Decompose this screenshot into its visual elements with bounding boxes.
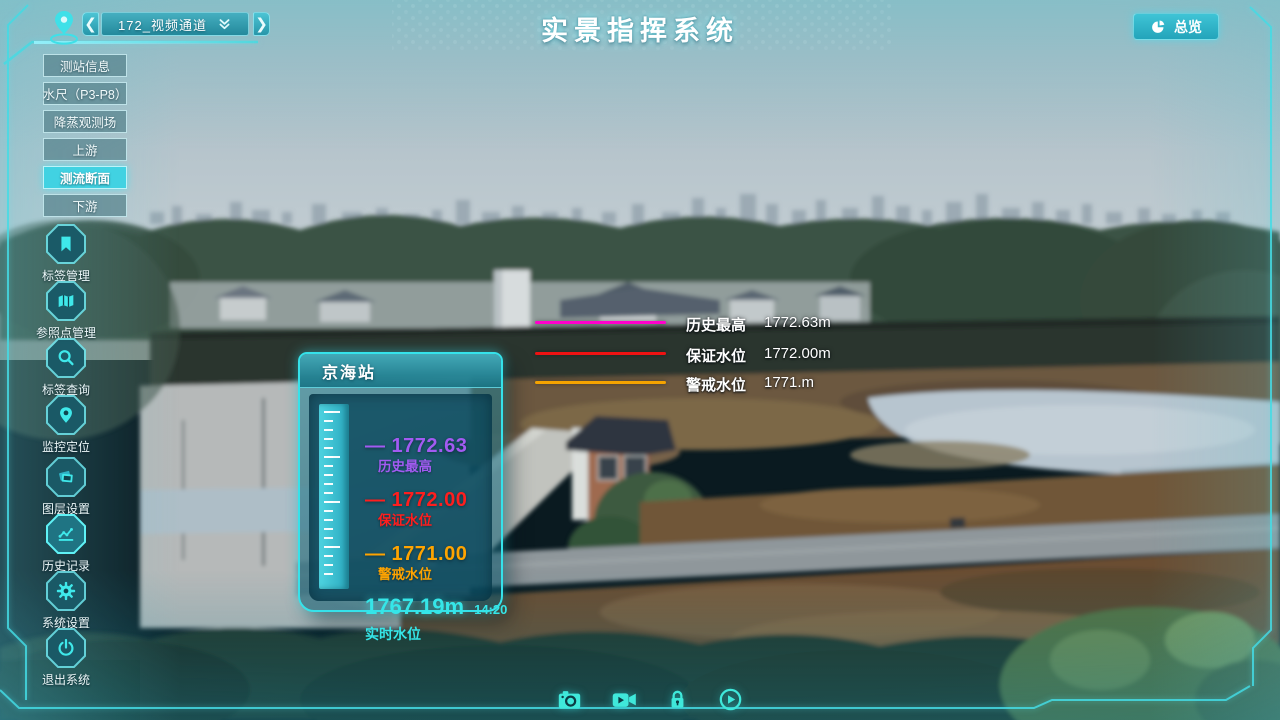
overlay-label: 历史最高 xyxy=(686,314,746,335)
video-camera-icon[interactable] xyxy=(610,686,638,718)
tool-label: 退出系统 xyxy=(26,671,106,688)
overview-button[interactable]: 总览 xyxy=(1133,13,1219,40)
overview-label: 总览 xyxy=(1174,17,1202,37)
tool-exit-system[interactable]: 退出系统 xyxy=(26,628,106,688)
overlay-line-guaranteed xyxy=(535,352,666,355)
tool-tag-management[interactable]: 标签管理 xyxy=(26,224,106,284)
station-panel-header: 京海站 xyxy=(300,354,501,388)
realtime-time: 14:20 xyxy=(474,602,507,617)
history-chart-icon xyxy=(48,516,84,552)
level-value: — 1772.63 xyxy=(365,436,467,457)
water-gauge-ruler xyxy=(319,404,349,589)
level-label: 保证水位 xyxy=(378,514,467,528)
tool-monitor-locate[interactable]: 监控定位 xyxy=(26,395,106,455)
level-value: — 1771.00 xyxy=(365,544,467,565)
level-row-guaranteed: — 1772.00 保证水位 xyxy=(365,490,467,528)
tool-tag-query[interactable]: 标签查询 xyxy=(26,338,106,398)
tool-reference-points[interactable]: 参照点管理 xyxy=(26,281,106,341)
overlay-label: 保证水位 xyxy=(686,345,746,366)
camera-icon[interactable] xyxy=(556,686,583,718)
lock-icon[interactable] xyxy=(665,686,690,718)
station-name: 京海站 xyxy=(322,359,376,383)
level-value: — 1772.00 xyxy=(365,490,467,511)
sidebar-item-water-gauge[interactable]: 水尺（P3-P8） xyxy=(43,82,127,105)
sidebar-item-evaporation-field[interactable]: 降蒸观测场 xyxy=(43,110,127,133)
video-feed-scene xyxy=(0,0,1280,720)
map-icon xyxy=(48,283,84,319)
tool-system-settings[interactable]: 系统设置 xyxy=(26,571,106,631)
page-title: 实景指挥系统 xyxy=(0,9,1280,48)
overlay-label: 警戒水位 xyxy=(686,374,746,395)
level-row-historic-max: — 1772.63 历史最高 xyxy=(365,436,467,474)
station-panel-body: — 1772.63 历史最高 — 1772.00 保证水位 — 1771.00 … xyxy=(309,394,492,601)
location-pin-icon xyxy=(48,397,84,433)
realtime-label: 实时水位 xyxy=(365,624,507,644)
power-icon xyxy=(48,630,84,666)
level-label: 历史最高 xyxy=(378,460,467,474)
overlay-value: 1772.63m xyxy=(764,314,831,331)
realtime-row: 1767.19m 14:20 实时水位 xyxy=(365,594,507,644)
sidebar-item-station-info[interactable]: 测站信息 xyxy=(43,54,127,77)
play-icon[interactable] xyxy=(717,686,744,718)
overlay-value: 1771.m xyxy=(764,374,814,391)
app-root: ❮ 172_视频通道 ❯ 实景指挥系统 总览 测站信息 水尺（P3-P8） 降蒸… xyxy=(0,0,1280,720)
station-level-panel: 京海站 — 1772.63 历史最高 — 1772.00 保证水位 — 1771… xyxy=(298,352,503,612)
gear-icon xyxy=(48,573,84,609)
layers-icon xyxy=(48,459,84,495)
pie-chart-icon xyxy=(1150,18,1167,35)
realtime-value: 1767.19m xyxy=(365,594,464,620)
bookmark-icon xyxy=(48,226,84,262)
overlay-value: 1772.00m xyxy=(764,345,831,362)
overlay-line-historic-max xyxy=(535,321,666,324)
sidebar-item-upstream[interactable]: 上游 xyxy=(43,138,127,161)
sidebar-item-flow-section[interactable]: 测流断面 xyxy=(43,166,127,189)
level-label: 警戒水位 xyxy=(378,568,467,582)
overlay-line-warning xyxy=(535,381,666,384)
sidebar-sections: 测站信息 水尺（P3-P8） 降蒸观测场 上游 测流断面 下游 xyxy=(43,54,127,222)
level-row-warning: — 1771.00 警戒水位 xyxy=(365,544,467,582)
tool-layer-settings[interactable]: 图层设置 xyxy=(26,457,106,517)
sidebar-item-downstream[interactable]: 下游 xyxy=(43,194,127,217)
tool-history-records[interactable]: 历史记录 xyxy=(26,514,106,574)
search-icon xyxy=(48,340,84,376)
bottom-toolbar xyxy=(556,686,776,718)
tool-label: 监控定位 xyxy=(26,438,106,455)
